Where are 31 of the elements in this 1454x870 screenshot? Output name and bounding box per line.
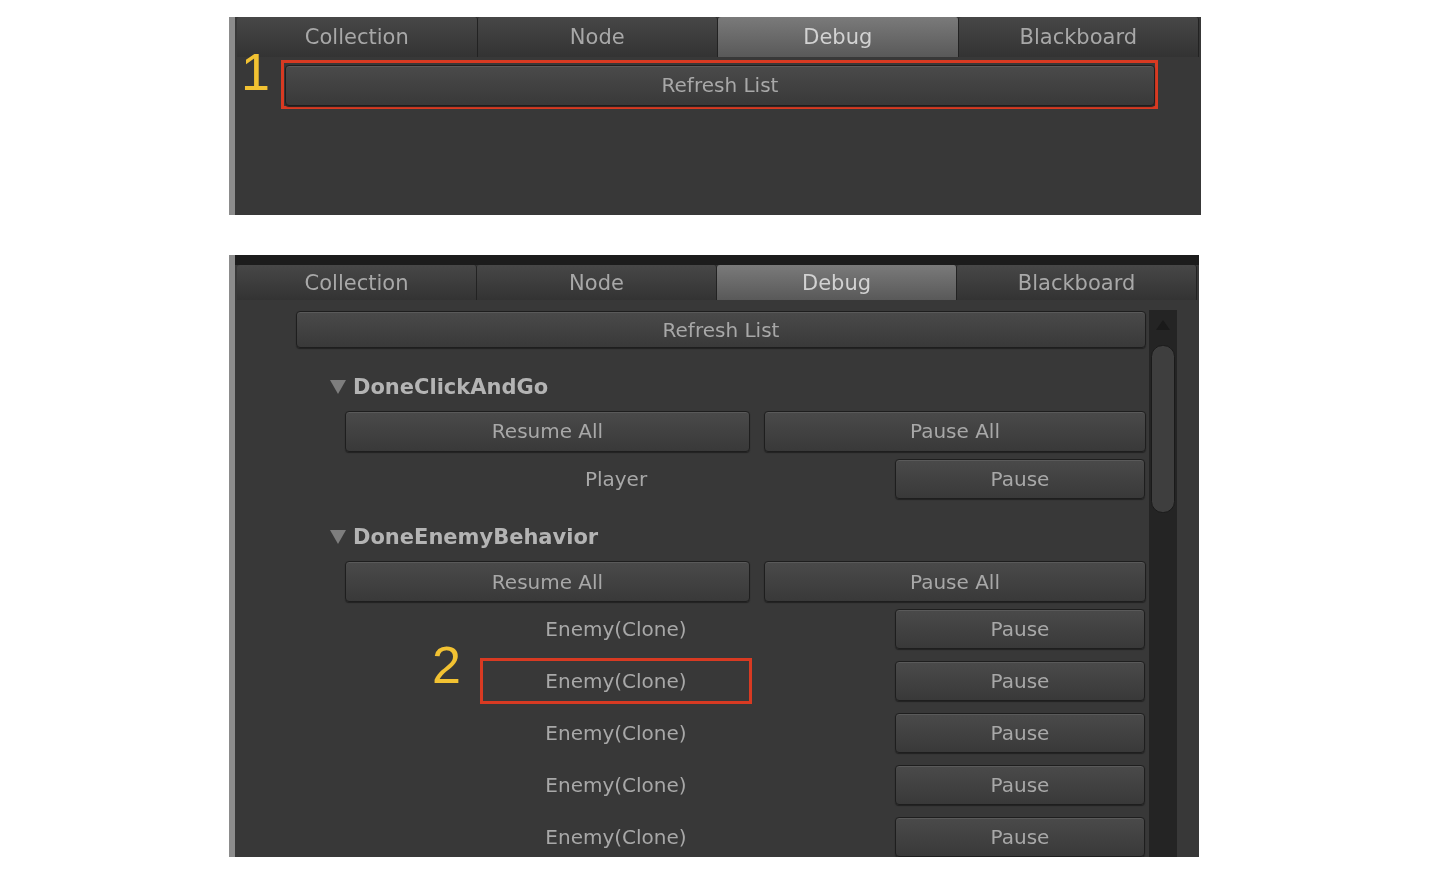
scrollbar-thumb[interactable] <box>1151 345 1175 513</box>
resume-all-button[interactable]: Resume All <box>345 410 750 452</box>
pause-button[interactable]: Pause <box>895 609 1145 649</box>
tab[interactable]: Blackboard <box>958 17 1199 57</box>
tab[interactable]: Collection <box>237 265 477 300</box>
pause-button[interactable]: Pause <box>895 817 1145 857</box>
group-title: DoneClickAndGo <box>353 374 549 399</box>
tab[interactable]: Node <box>477 265 717 300</box>
object-name: Player <box>584 466 648 491</box>
tab[interactable]: Debug <box>718 17 959 57</box>
refresh-list-button[interactable]: Refresh List <box>296 311 1146 348</box>
foldout-triangle-icon[interactable] <box>329 378 347 395</box>
tab[interactable]: Node <box>477 17 718 57</box>
pause-all-button[interactable]: Pause All <box>764 561 1146 602</box>
refresh-list-button[interactable]: Refresh List <box>285 64 1155 106</box>
foldout-triangle-icon[interactable] <box>329 529 347 546</box>
object-name: Enemy(Clone) <box>545 669 687 693</box>
pause-button[interactable]: Pause <box>895 661 1145 701</box>
object-name: Enemy(Clone) <box>545 773 687 797</box>
resume-all-button[interactable]: Resume All <box>345 561 750 602</box>
pause-button[interactable]: Pause <box>895 458 1145 499</box>
tab[interactable]: Blackboard <box>957 265 1197 300</box>
pause-button[interactable]: Pause <box>895 713 1145 753</box>
object-name: Enemy(Clone) <box>545 825 687 849</box>
pause-all-button[interactable]: Pause All <box>764 410 1146 452</box>
group-title: DoneEnemyBehavior <box>353 525 599 550</box>
pause-button[interactable]: Pause <box>895 765 1145 805</box>
object-name: Enemy(Clone) <box>545 617 687 641</box>
tab[interactable]: Debug <box>717 265 957 300</box>
callout-number: 2 <box>432 639 461 691</box>
object-name: Enemy(Clone) <box>545 721 687 745</box>
